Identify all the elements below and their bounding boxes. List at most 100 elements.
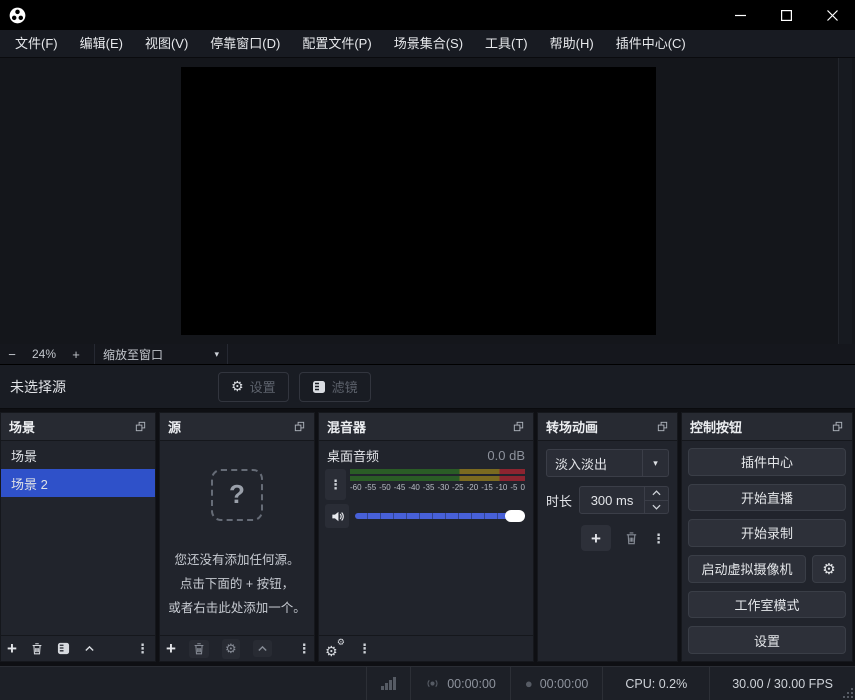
menu-help[interactable]: 帮助(H): [539, 30, 605, 58]
transition-select[interactable]: 淡入淡出 ▾: [546, 449, 669, 477]
mixer-toolbar: ⚙⚙ ⋮: [319, 635, 533, 661]
controls-panel: 控制按钮 插件中心 开始直播 开始录制 启动虚拟摄像机 ⚙ 工作室模式 设置: [681, 412, 853, 662]
plugin-center-button[interactable]: 插件中心: [688, 448, 846, 476]
sources-more-button[interactable]: ⋮: [298, 642, 311, 655]
advanced-audio-button[interactable]: ⚙⚙: [325, 640, 345, 658]
no-source-label: 未选择源: [10, 377, 66, 397]
preview-canvas[interactable]: [181, 67, 656, 335]
duration-value[interactable]: 300 ms: [579, 486, 645, 514]
zoom-fit-dropdown[interactable]: 缩放至窗口 ▾: [94, 344, 228, 364]
scene-filters-button[interactable]: [57, 642, 70, 655]
controls-title: 控制按钮: [690, 417, 742, 436]
source-properties-button[interactable]: ⚙: [222, 639, 240, 659]
remove-source-button[interactable]: [189, 640, 209, 658]
menu-profile[interactable]: 配置文件(P): [291, 30, 382, 58]
connection-quality: [366, 667, 410, 700]
minimize-button[interactable]: [717, 0, 763, 30]
mixer-title: 混音器: [327, 417, 366, 436]
stream-timer: 00:00:00: [410, 667, 510, 700]
start-streaming-button[interactable]: 开始直播: [688, 484, 846, 512]
obs-logo-icon: [9, 7, 26, 24]
sources-empty-line3: 或者右击此处添加一个。: [160, 597, 314, 621]
menu-file[interactable]: 文件(F): [4, 30, 69, 58]
broadcast-icon: [425, 676, 440, 691]
menu-scene-collection[interactable]: 场景集合(S): [383, 30, 474, 58]
scenes-more-button[interactable]: ⋮: [136, 642, 149, 655]
zoom-in-button[interactable]: +: [64, 347, 88, 362]
menu-tools[interactable]: 工具(T): [474, 30, 539, 58]
fps-display: 30.00 / 30.00 FPS: [709, 667, 855, 700]
studio-mode-button[interactable]: 工作室模式: [688, 591, 846, 619]
audio-options-button[interactable]: ⋮: [325, 469, 346, 500]
close-button[interactable]: [809, 0, 855, 30]
menu-docks[interactable]: 停靠窗口(D): [199, 30, 291, 58]
add-transition-button[interactable]: +: [581, 525, 611, 551]
volume-meter-left: [350, 469, 525, 474]
preview-zoom-bar: − 24% + 缩放至窗口 ▾: [0, 344, 855, 365]
menu-plugin-center[interactable]: 插件中心(C): [605, 30, 697, 58]
popout-icon[interactable]: [656, 420, 669, 433]
zoom-out-button[interactable]: −: [0, 347, 24, 362]
popout-icon[interactable]: [293, 420, 306, 433]
stream-time: 00:00:00: [447, 677, 496, 691]
zoom-fit-label: 缩放至窗口: [103, 346, 163, 363]
mixer-body: 桌面音频 0.0 dB ⋮ -60-55-50-45-40-35-30-25-2…: [319, 441, 533, 635]
duration-increase-button[interactable]: [645, 486, 669, 500]
preview-area: [0, 58, 855, 344]
mixer-more-button[interactable]: ⋮: [358, 642, 371, 655]
remove-transition-button[interactable]: [624, 531, 639, 546]
move-scene-up-button[interactable]: [83, 642, 96, 655]
start-recording-button[interactable]: 开始录制: [688, 519, 846, 547]
record-timer: ● 00:00:00: [510, 667, 603, 700]
question-icon: ?: [211, 469, 263, 521]
properties-button[interactable]: ⚙ 设置: [218, 372, 289, 402]
menu-view[interactable]: 视图(V): [134, 30, 199, 58]
filters-button[interactable]: 滤镜: [299, 372, 371, 402]
duration-spinbox[interactable]: 300 ms: [579, 486, 669, 514]
transition-current: 淡入淡出: [547, 454, 607, 473]
audio-mixer-panel: 混音器 桌面音频 0.0 dB ⋮ -60-55-50-45-40-35-30-…: [318, 412, 534, 662]
preview-scrollbar[interactable]: [838, 58, 852, 344]
scenes-toolbar: + ⋮: [1, 635, 155, 661]
settings-button[interactable]: 设置: [688, 626, 846, 654]
sources-empty-state: ? 您还没有添加任何源。 点击下面的 + 按钮， 或者右击此处添加一个。: [160, 469, 314, 620]
chevron-down-icon: ▾: [642, 450, 668, 476]
popout-icon[interactable]: [134, 420, 147, 433]
menu-edit[interactable]: 编辑(E): [69, 30, 134, 58]
gear-icon: ⚙: [822, 560, 835, 578]
duration-decrease-button[interactable]: [645, 500, 669, 515]
transition-more-button[interactable]: ⋮: [652, 532, 665, 545]
add-scene-button[interactable]: +: [7, 640, 17, 657]
sources-panel: 源 ? 您还没有添加任何源。 点击下面的 + 按钮， 或者右击此处添加一个。 +…: [159, 412, 315, 662]
virtual-camera-settings-button[interactable]: ⚙: [812, 555, 846, 583]
signal-bars-icon: [381, 677, 396, 690]
add-source-button[interactable]: +: [166, 640, 176, 657]
scene-item[interactable]: 场景: [1, 441, 155, 469]
scene-item-selected[interactable]: 场景 2: [1, 469, 155, 497]
volume-slider-handle[interactable]: [505, 510, 525, 522]
title-bar: [0, 0, 855, 30]
start-virtual-camera-button[interactable]: 启动虚拟摄像机: [688, 555, 806, 583]
volume-meter: -60-55-50-45-40-35-30-25-20-15-10-50: [350, 469, 525, 500]
maximize-button[interactable]: [763, 0, 809, 30]
cpu-value: CPU: 0.2%: [625, 677, 687, 691]
move-source-up-button[interactable]: [253, 640, 272, 657]
volume-slider-track: [355, 513, 525, 519]
filter-icon: [312, 380, 326, 394]
transitions-panel: 转场动画 淡入淡出 ▾ 时长 300 ms: [537, 412, 678, 662]
popout-icon[interactable]: [512, 420, 525, 433]
sources-title: 源: [168, 417, 181, 436]
filters-label: 滤镜: [332, 377, 358, 396]
chevron-down-icon: ▾: [214, 349, 219, 360]
volume-slider[interactable]: [355, 509, 525, 523]
resize-grip[interactable]: [843, 688, 853, 698]
popout-icon[interactable]: [831, 420, 844, 433]
scenes-panel: 场景 场景 场景 2 + ⋮: [0, 412, 156, 662]
remove-scene-button[interactable]: [30, 642, 44, 656]
fps-value: 30.00 / 30.00 FPS: [732, 677, 833, 691]
mute-button[interactable]: [325, 504, 349, 528]
source-toolbar: 未选择源 ⚙ 设置 滤镜: [0, 365, 855, 409]
sources-list[interactable]: ? 您还没有添加任何源。 点击下面的 + 按钮， 或者右击此处添加一个。: [160, 441, 314, 635]
properties-label: 设置: [250, 377, 276, 396]
audio-source-name: 桌面音频: [327, 446, 379, 465]
